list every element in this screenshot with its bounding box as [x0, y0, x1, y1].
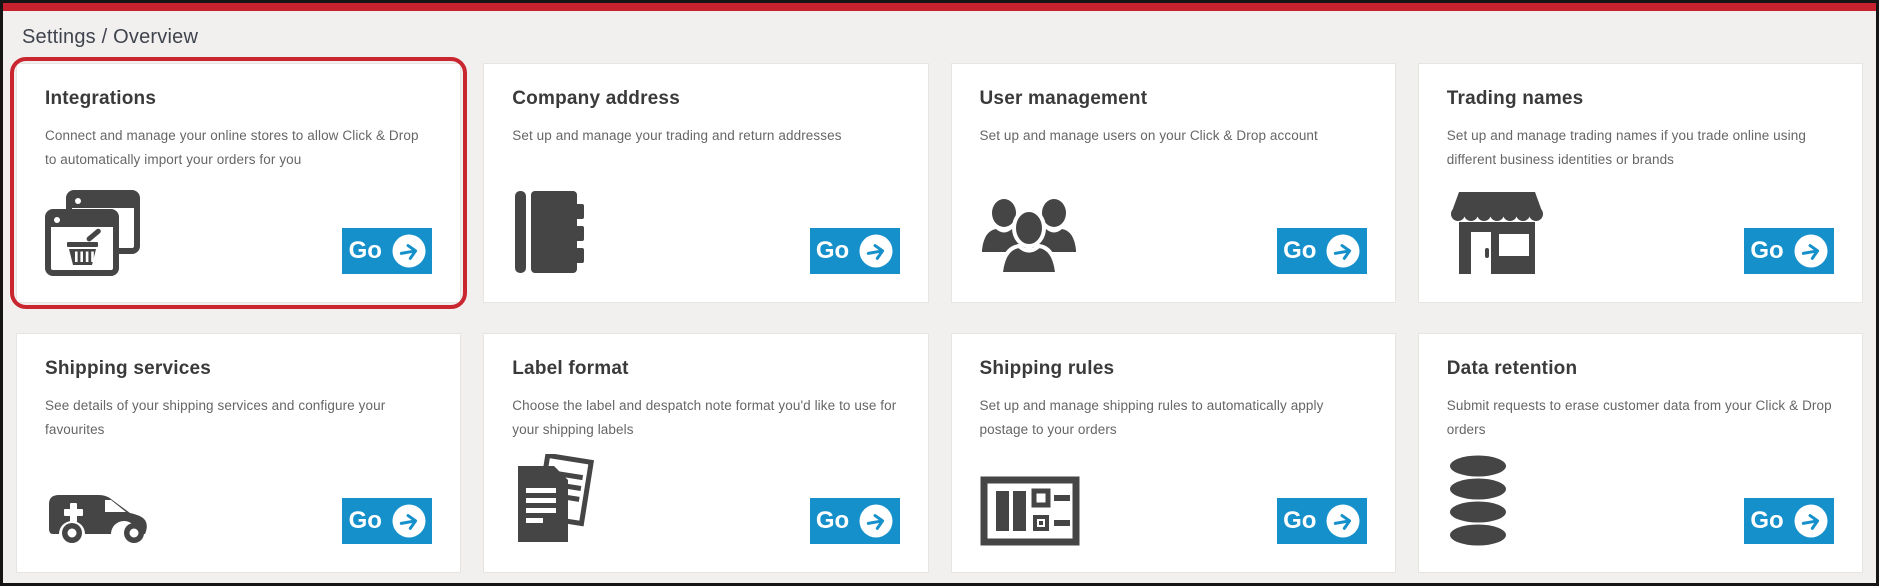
card-trading-names[interactable]: Trading names Set up and manage trading …	[1418, 63, 1863, 303]
card-footer: Go	[980, 188, 1367, 276]
arrow-right-icon	[1794, 504, 1828, 538]
go-button[interactable]: Go	[1277, 498, 1367, 544]
card-description: See details of your shipping services an…	[45, 394, 432, 442]
card-title: Trading names	[1447, 88, 1834, 110]
card-title: Integrations	[45, 88, 432, 110]
go-button-label: Go	[349, 507, 382, 535]
go-button[interactable]: Go	[1744, 498, 1834, 544]
card-footer: Go	[980, 476, 1367, 546]
card-footer: Go	[45, 190, 432, 276]
users-icon	[980, 188, 1078, 276]
go-button-label: Go	[816, 237, 849, 265]
card-shipping-services[interactable]: Shipping services See details of your sh…	[16, 333, 461, 573]
card-data-retention[interactable]: Data retention Submit requests to erase …	[1418, 333, 1863, 573]
card-footer: Go	[512, 454, 899, 546]
card-company-address[interactable]: Company address Set up and manage your t…	[483, 63, 928, 303]
arrow-right-icon	[1326, 234, 1360, 268]
card-footer: Go	[1447, 188, 1834, 276]
card-title: Label format	[512, 358, 899, 380]
arrow-right-icon	[1794, 234, 1828, 268]
go-button-label: Go	[1750, 237, 1783, 265]
card-description: Set up and manage shipping rules to auto…	[980, 394, 1367, 442]
top-red-bar	[3, 3, 1876, 11]
arrow-right-icon	[392, 504, 426, 538]
card-description: Submit requests to erase customer data f…	[1447, 394, 1834, 442]
arrow-right-icon	[859, 504, 893, 538]
address-book-icon	[512, 188, 590, 276]
go-button[interactable]: Go	[810, 498, 900, 544]
breadcrumb: Settings / Overview	[3, 11, 1876, 63]
cards-grid: Integrations Connect and manage your onl…	[3, 63, 1876, 585]
documents-icon	[512, 454, 600, 546]
arrow-right-icon	[859, 234, 893, 268]
delivery-van-icon	[45, 470, 157, 546]
arrow-right-icon	[392, 234, 426, 268]
card-title: Company address	[512, 88, 899, 110]
rules-board-icon	[980, 476, 1080, 546]
go-button[interactable]: Go	[1277, 228, 1367, 274]
go-button-label: Go	[816, 507, 849, 535]
card-shipping-rules[interactable]: Shipping rules Set up and manage shippin…	[951, 333, 1396, 573]
card-description: Set up and manage users on your Click & …	[980, 124, 1367, 148]
page-frame: Settings / Overview Integrations Connect…	[0, 0, 1879, 586]
go-button-label: Go	[1283, 237, 1316, 265]
card-title: Data retention	[1447, 358, 1834, 380]
card-integrations[interactable]: Integrations Connect and manage your onl…	[16, 63, 461, 303]
go-button[interactable]: Go	[810, 228, 900, 274]
online-stores-icon	[45, 190, 145, 276]
card-user-management[interactable]: User management Set up and manage users …	[951, 63, 1396, 303]
card-footer: Go	[512, 188, 899, 276]
card-footer: Go	[45, 470, 432, 546]
go-button-label: Go	[1283, 507, 1316, 535]
card-title: User management	[980, 88, 1367, 110]
go-button[interactable]: Go	[1744, 228, 1834, 274]
card-description: Choose the label and despatch note forma…	[512, 394, 899, 442]
storefront-icon	[1447, 188, 1547, 276]
card-label-format[interactable]: Label format Choose the label and despat…	[483, 333, 928, 573]
go-button[interactable]: Go	[342, 228, 432, 274]
go-button[interactable]: Go	[342, 498, 432, 544]
card-description: Connect and manage your online stores to…	[45, 124, 432, 172]
arrow-right-icon	[1326, 504, 1360, 538]
go-button-label: Go	[1750, 507, 1783, 535]
card-footer: Go	[1447, 454, 1834, 546]
database-icon	[1447, 454, 1509, 546]
card-title: Shipping rules	[980, 358, 1367, 380]
go-button-label: Go	[349, 237, 382, 265]
card-description: Set up and manage trading names if you t…	[1447, 124, 1834, 172]
card-title: Shipping services	[45, 358, 432, 380]
card-description: Set up and manage your trading and retur…	[512, 124, 899, 148]
